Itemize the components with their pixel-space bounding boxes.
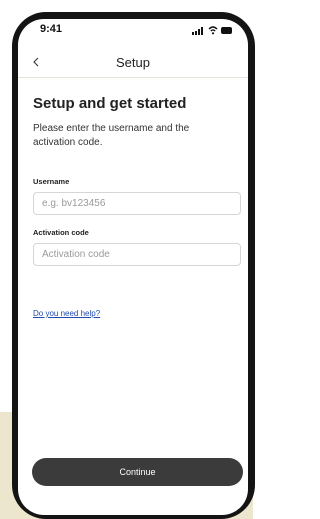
activation-code-input[interactable] [33,243,241,266]
status-time: 9:41 [40,23,63,35]
continue-button[interactable]: Continue [32,458,243,486]
nav-bar: Setup [18,49,248,78]
username-label: Username [33,177,70,186]
intro-section: Setup and get started Please enter the u… [33,95,233,150]
phone-screen: 9:41 Setup Setup and get started Please … [18,19,248,515]
activation-code-label: Activation code [33,228,89,237]
cellular-signal-icon [192,27,205,35]
heading: Setup and get started [33,95,187,112]
page-title: Setup [116,55,150,70]
help-link[interactable]: Do you need help? [33,309,100,318]
status-bar: 9:41 [18,19,248,49]
battery-icon [221,27,232,34]
description: Please enter the username and the activa… [33,123,190,148]
wifi-icon [208,26,218,35]
username-input[interactable] [33,192,241,215]
